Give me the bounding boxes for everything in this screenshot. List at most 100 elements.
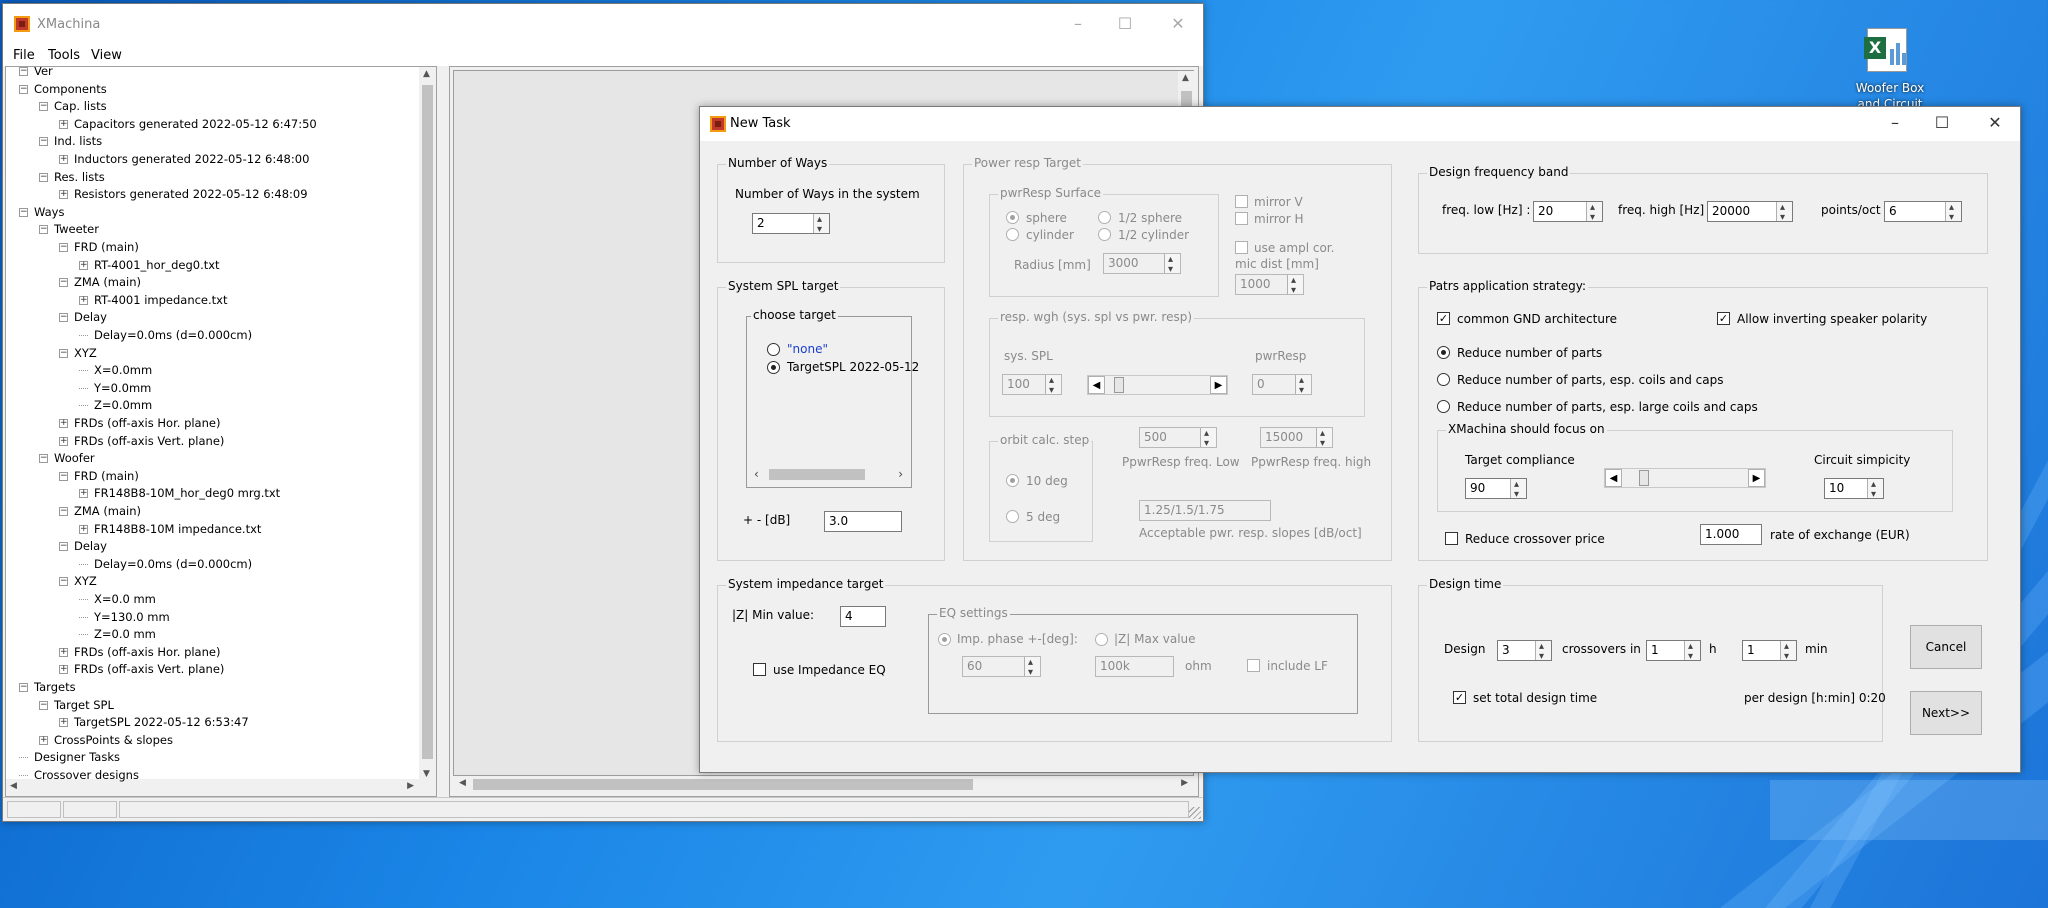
tree-node[interactable]: − Ind. lists	[39, 133, 102, 150]
focus-slider-right[interactable]: ▶	[1748, 469, 1765, 487]
target-list[interactable]: "none" TargetSPL 2022-05-12 ‹ ›	[749, 323, 919, 485]
imp-phase-spinner[interactable]: 60	[962, 656, 1041, 677]
tree-expander-icon[interactable]: +	[59, 119, 68, 129]
orbit-10deg-radio[interactable]	[1006, 474, 1019, 487]
impedance-min-input[interactable]: 4	[840, 606, 886, 627]
weight-slider-right[interactable]: ▶	[1210, 376, 1227, 394]
cylinder-radio[interactable]	[1006, 228, 1019, 241]
reduce-parts-radio[interactable]	[1437, 346, 1450, 359]
mirror-h-checkbox[interactable]	[1235, 212, 1248, 225]
tree-expander-icon[interactable]: +	[59, 647, 68, 657]
tree-expander-icon[interactable]	[79, 634, 88, 636]
tree-node[interactable]: Y=130.0 mm	[79, 609, 170, 626]
tree-expander-icon[interactable]	[79, 387, 88, 389]
imp-phase-radio[interactable]	[938, 633, 951, 646]
minimize-button[interactable]: –	[1068, 14, 1088, 34]
tree-expander-icon[interactable]	[19, 775, 28, 776]
panel-splitter[interactable]	[439, 66, 449, 797]
design-minutes-spinner[interactable]: 1	[1742, 640, 1797, 661]
compliance-spinner[interactable]: 90	[1465, 478, 1527, 499]
tree-node[interactable]: − Ways	[19, 204, 64, 221]
radius-spinner[interactable]: 3000	[1103, 253, 1181, 274]
focus-slider[interactable]: ◀ ▶	[1604, 468, 1766, 488]
tree-expander-icon[interactable]: +	[59, 665, 68, 675]
scroll-right-arrow[interactable]: ▶	[407, 781, 414, 791]
tree-node[interactable]: − XYZ	[59, 573, 97, 590]
tree-node[interactable]: Z=0.0 mm	[79, 626, 156, 643]
tree-node[interactable]: − Components	[19, 81, 107, 98]
tree-node[interactable]: − Targets	[19, 679, 76, 696]
menu-view[interactable]: View	[91, 48, 122, 63]
reduce-coils-caps-radio[interactable]	[1437, 373, 1450, 386]
ways-spinner[interactable]: 2	[752, 213, 830, 234]
tree-expander-icon[interactable]: +	[39, 735, 48, 745]
tree-expander-icon[interactable]: +	[59, 190, 68, 200]
tree-node[interactable]: − Woofer	[39, 450, 95, 467]
tree-expander-icon[interactable]: −	[19, 84, 28, 94]
tree-node[interactable]: + FRDs (off-axis Vert. plane)	[59, 661, 224, 678]
reduce-large-coils-radio[interactable]	[1437, 400, 1450, 413]
content-scroll-thumb[interactable]	[473, 779, 973, 790]
tree-expander-icon[interactable]	[79, 405, 88, 407]
tree-node[interactable]: − FRD (main)	[59, 239, 139, 256]
resize-grip-icon[interactable]	[1189, 807, 1201, 819]
tree-node[interactable]: − Cap. lists	[39, 98, 107, 115]
tree-expander-icon[interactable]: −	[39, 225, 48, 235]
exchange-rate-input[interactable]: 1.000	[1700, 524, 1762, 545]
tree-expander-icon[interactable]: −	[59, 542, 68, 552]
tree-expander-icon[interactable]: −	[39, 700, 48, 710]
tree-expander-icon[interactable]: −	[19, 683, 28, 692]
tree-expander-icon[interactable]	[79, 335, 88, 336]
tree-node[interactable]: + CrossPoints & slopes	[39, 732, 173, 749]
tree-expander-icon[interactable]: +	[79, 295, 88, 305]
content-scroll-right-arrow[interactable]: ▶	[1181, 778, 1188, 788]
tree-expander-icon[interactable]	[79, 616, 88, 618]
tree-node[interactable]: X=0.0 mm	[79, 591, 156, 608]
set-total-time-checkbox[interactable]: ✓	[1453, 691, 1466, 704]
common-gnd-checkbox[interactable]: ✓	[1437, 312, 1450, 325]
tree-node[interactable]: − XYZ	[59, 345, 97, 362]
tree-node[interactable]: + TargetSPL 2022-05-12 6:53:47	[59, 714, 249, 731]
tree-expander-icon[interactable]: −	[59, 507, 68, 516]
tree-node[interactable]: X=0.0mm	[79, 362, 152, 379]
include-lf-checkbox[interactable]	[1247, 659, 1260, 672]
dialog-titlebar[interactable]: New Task – ☐ ✕	[700, 107, 2020, 141]
tree-node[interactable]: + Inductors generated 2022-05-12 6:48:00	[59, 151, 309, 168]
dialog-minimize-button[interactable]: –	[1885, 113, 1905, 133]
tree-node[interactable]: + FRDs (off-axis Hor. plane)	[59, 415, 220, 432]
tree-node[interactable]: − ZMA (main)	[59, 274, 141, 291]
orbit-5deg-radio[interactable]	[1006, 510, 1019, 523]
content-horizontal-scrollbar[interactable]: ◀ ▶	[453, 776, 1194, 793]
design-count-spinner[interactable]: 3	[1497, 640, 1552, 661]
points-per-oct-spinner[interactable]: 6	[1884, 201, 1962, 222]
project-tree[interactable]: ▲ ▼ ◀ ▶ − Ver − Components − Cap. lists + Capac…	[5, 66, 437, 797]
tree-node[interactable]: + RT-4001 impedance.txt	[79, 292, 227, 309]
main-titlebar[interactable]: XMachina – ☐ ✕	[3, 4, 1203, 46]
tree-node[interactable]: + FR148B8-10M_hor_deg0 mrg.txt	[79, 485, 280, 502]
next-button[interactable]: Next>>	[1910, 691, 1982, 735]
reduce-price-checkbox[interactable]	[1445, 532, 1458, 545]
half-sphere-radio[interactable]	[1098, 211, 1111, 224]
tree-expander-icon[interactable]: −	[59, 243, 68, 252]
tree-expander-icon[interactable]: −	[39, 172, 48, 182]
tree-node[interactable]: Y=0.0mm	[79, 380, 151, 397]
target-none-radio[interactable]	[767, 343, 780, 356]
tree-node[interactable]: − Res. lists	[39, 169, 105, 186]
freq-low-spinner[interactable]: 20	[1533, 201, 1603, 222]
tree-expander-icon[interactable]	[79, 599, 88, 600]
weight-slider-knob[interactable]	[1114, 377, 1124, 393]
tree-node[interactable]: Delay=0.0ms (d=0.000cm)	[79, 556, 252, 573]
tree-node[interactable]: + FRDs (off-axis Hor. plane)	[59, 644, 220, 661]
mic-dist-spinner[interactable]: 1000	[1235, 274, 1304, 295]
tree-node[interactable]: + Capacitors generated 2022-05-12 6:47:50	[59, 116, 317, 133]
tree-node[interactable]: − Ver	[19, 67, 53, 80]
freq-high-spinner[interactable]: 20000	[1707, 201, 1793, 222]
sphere-radio[interactable]	[1006, 211, 1019, 224]
tree-expander-icon[interactable]: +	[59, 155, 68, 164]
weight-slider[interactable]: ◀ ▶	[1087, 375, 1228, 395]
ampl-cor-checkbox[interactable]	[1235, 241, 1248, 254]
tree-expander-icon[interactable]: −	[39, 137, 48, 147]
tree-node[interactable]: + FRDs (off-axis Vert. plane)	[59, 433, 224, 450]
tree-expander-icon[interactable]	[19, 757, 28, 759]
tree-expander-icon[interactable]: +	[59, 718, 68, 728]
